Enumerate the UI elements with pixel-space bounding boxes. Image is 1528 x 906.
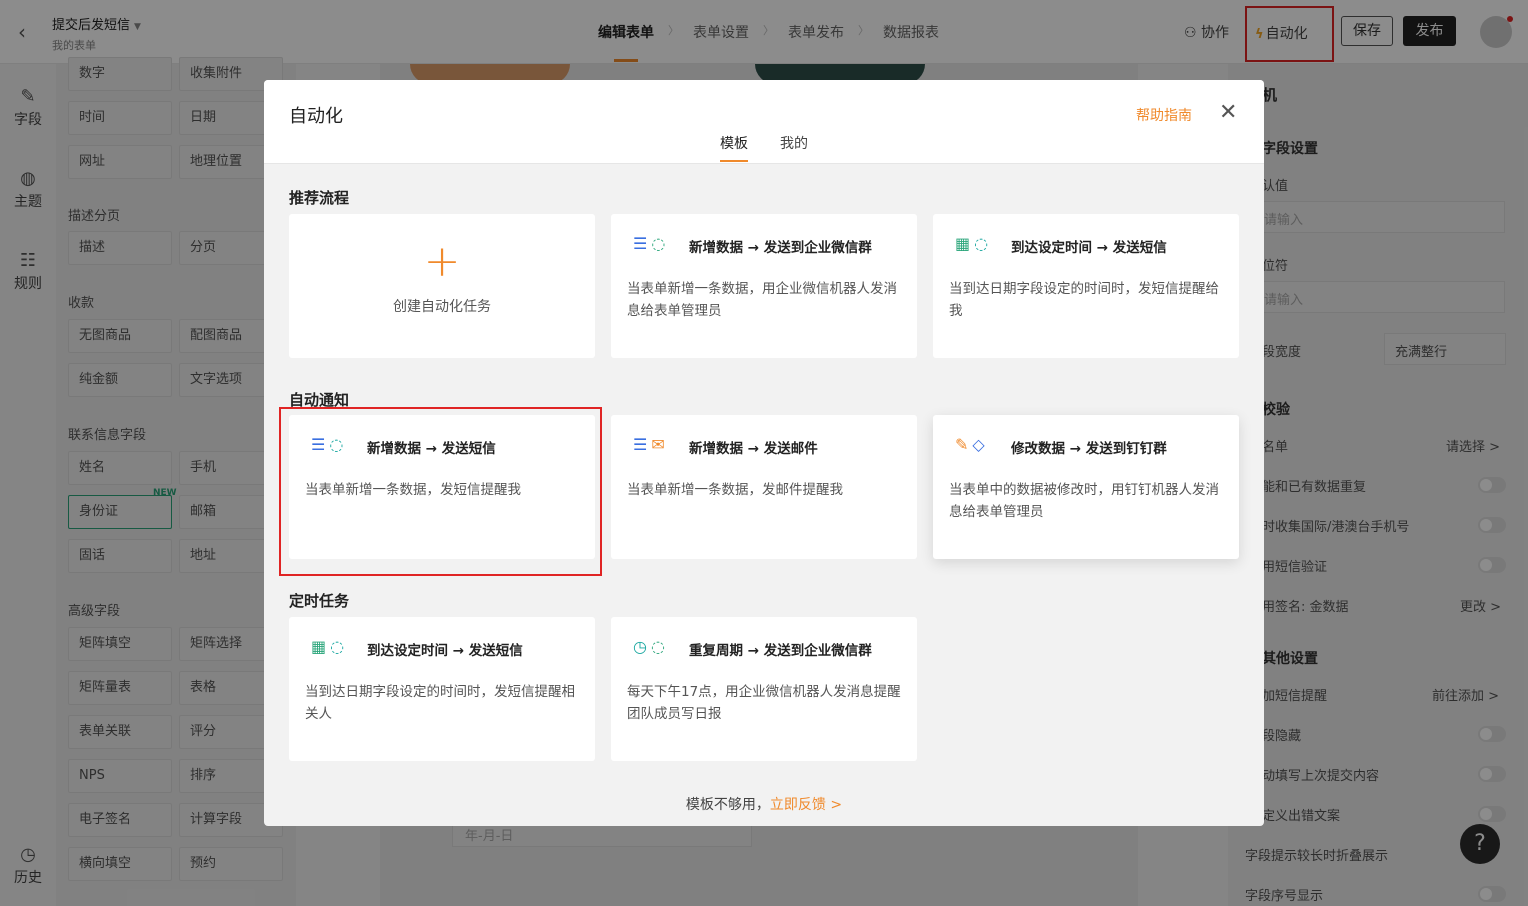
database-icon: ☰ [633, 234, 652, 253]
template-card[interactable]: ☰✉ 新增数据 → 发送邮件 当表单新增一条数据，发邮件提醒我 [611, 415, 917, 559]
close-icon[interactable]: ✕ [1219, 100, 1237, 125]
section-recommended: 推荐流程 [289, 189, 350, 207]
card-title: 重复周期 → 发送到企业微信群 [689, 643, 872, 659]
card-title: 到达设定时间 → 发送短信 [367, 643, 523, 659]
card-title: 新增数据 → 发送到企业微信群 [689, 240, 872, 256]
card-title: 新增数据 → 发送邮件 [689, 441, 818, 457]
template-card[interactable]: ✎◇ 修改数据 → 发送到钉钉群 当表单中的数据被修改时，用钉钉机器人发消息给表… [933, 415, 1239, 559]
card-desc: 当到达日期字段设定的时间时，发短信提醒相关人 [305, 684, 575, 722]
modal-footer: 模板不够用，立即反馈 > [685, 797, 843, 813]
create-task-label: 创建自动化任务 [393, 299, 491, 315]
dingtalk-icon: ◇ [972, 435, 989, 454]
highlight-box [279, 407, 602, 576]
modal-header: 自动化 模板 我的 帮助指南 ✕ [264, 80, 1264, 164]
card-title: 修改数据 → 发送到钉钉群 [1011, 441, 1167, 457]
template-card[interactable]: ▦◌ 到达设定时间 → 发送短信 当到达日期字段设定的时间时，发短信提醒给我 [933, 214, 1239, 358]
card-desc: 当表单新增一条数据，发邮件提醒我 [627, 482, 843, 498]
message-icon: ◌ [974, 234, 993, 253]
wechat-icon: ◌ [650, 637, 669, 656]
card-desc: 当表单中的数据被修改时，用钉钉机器人发消息给表单管理员 [949, 482, 1219, 520]
database-icon: ☰ [633, 435, 652, 454]
card-title: 到达设定时间 → 发送短信 [1011, 240, 1167, 256]
edit-icon: ✎ [955, 435, 973, 454]
message-icon: ◌ [330, 637, 349, 656]
template-card[interactable]: ▦◌ 到达设定时间 → 发送短信 当到达日期字段设定的时间时，发短信提醒相关人 [289, 617, 595, 761]
help-guide-link[interactable]: 帮助指南 [1136, 105, 1192, 125]
create-task-card[interactable]: + 创建自动化任务 [289, 214, 595, 358]
plus-icon: + [423, 236, 461, 287]
calendar-icon: ▦ [311, 637, 331, 656]
section-scheduled: 定时任务 [289, 592, 350, 610]
calendar-icon: ▦ [955, 234, 975, 253]
card-desc: 每天下午17点，用企业微信机器人发消息提醒团队成员写日报 [627, 684, 901, 722]
modal-title: 自动化 [289, 106, 343, 127]
tab-templates[interactable]: 模板 [720, 133, 748, 162]
card-desc: 当表单新增一条数据，用企业微信机器人发消息给表单管理员 [627, 281, 897, 319]
template-card[interactable]: ◷◌ 重复周期 → 发送到企业微信群 每天下午17点，用企业微信机器人发消息提醒… [611, 617, 917, 761]
feedback-link[interactable]: 立即反馈 > [770, 797, 842, 813]
card-desc: 当到达日期字段设定的时间时，发短信提醒给我 [949, 281, 1219, 319]
wechat-icon: ◌ [651, 234, 670, 253]
tab-mine[interactable]: 我的 [780, 133, 808, 153]
mail-icon: ✉ [651, 435, 669, 454]
template-card[interactable]: ☰◌ 新增数据 → 发送到企业微信群 当表单新增一条数据，用企业微信机器人发消息… [611, 214, 917, 358]
clock-icon: ◷ [633, 637, 651, 656]
